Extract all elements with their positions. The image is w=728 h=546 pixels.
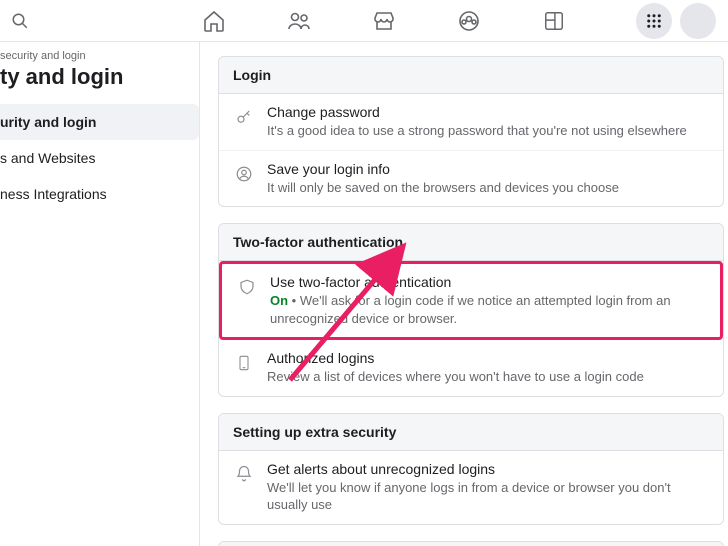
top-nav-bar <box>0 0 728 42</box>
sidebar: security and login ty and login urity an… <box>0 42 200 546</box>
nav-right <box>636 3 720 39</box>
search-icon[interactable] <box>8 9 32 33</box>
main-content: Login Change password It's a good idea t… <box>200 42 728 546</box>
section-header: Login <box>219 57 723 94</box>
row-title: Change password <box>267 104 709 120</box>
row-save-login-info[interactable]: Save your login info It will only be sav… <box>219 151 723 207</box>
bell-icon <box>233 463 255 485</box>
row-title: Authorized logins <box>267 350 709 366</box>
marketplace-icon[interactable] <box>371 8 397 34</box>
status-on: On <box>270 293 288 308</box>
row-get-alerts[interactable]: Get alerts about unrecognized logins We'… <box>219 451 723 524</box>
home-icon[interactable] <box>201 8 227 34</box>
section-advanced: Advanced Encrypted notification emails A… <box>218 541 724 546</box>
section-header: Advanced <box>219 542 723 546</box>
key-icon <box>233 106 255 128</box>
row-use-two-factor[interactable]: Use two-factor authentication On • We'll… <box>219 261 723 340</box>
avatar[interactable] <box>680 3 716 39</box>
shield-icon <box>236 276 258 298</box>
section-header: Two-factor authentication <box>219 224 723 261</box>
menu-grid-icon[interactable] <box>636 3 672 39</box>
sidebar-item-business-integrations[interactable]: ness Integrations <box>0 176 199 212</box>
section-two-factor: Two-factor authentication Use two-factor… <box>218 223 724 397</box>
row-title: Save your login info <box>267 161 709 177</box>
phone-icon <box>233 352 255 374</box>
friends-icon[interactable] <box>286 8 312 34</box>
gaming-icon[interactable] <box>541 8 567 34</box>
breadcrumb[interactable]: security and login <box>0 50 199 64</box>
nav-center <box>32 8 636 34</box>
row-change-password[interactable]: Change password It's a good idea to use … <box>219 94 723 151</box>
section-header: Setting up extra security <box>219 414 723 451</box>
row-desc: On • We'll ask for a login code if we no… <box>270 292 706 327</box>
groups-icon[interactable] <box>456 8 482 34</box>
section-login: Login Change password It's a good idea t… <box>218 56 724 207</box>
row-authorized-logins[interactable]: Authorized logins Review a list of devic… <box>219 340 723 396</box>
row-desc: We'll let you know if anyone logs in fro… <box>267 479 709 514</box>
section-extra-security: Setting up extra security Get alerts abo… <box>218 413 724 525</box>
user-circle-icon <box>233 163 255 185</box>
page-title: ty and login <box>0 64 199 104</box>
row-desc: It will only be saved on the browsers an… <box>267 179 709 197</box>
row-desc: It's a good idea to use a strong passwor… <box>267 122 709 140</box>
row-desc: Review a list of devices where you won't… <box>267 368 709 386</box>
row-title: Get alerts about unrecognized logins <box>267 461 709 477</box>
row-title: Use two-factor authentication <box>270 274 706 290</box>
sidebar-item-security-login[interactable]: urity and login <box>0 104 199 140</box>
sidebar-item-apps-websites[interactable]: s and Websites <box>0 140 199 176</box>
